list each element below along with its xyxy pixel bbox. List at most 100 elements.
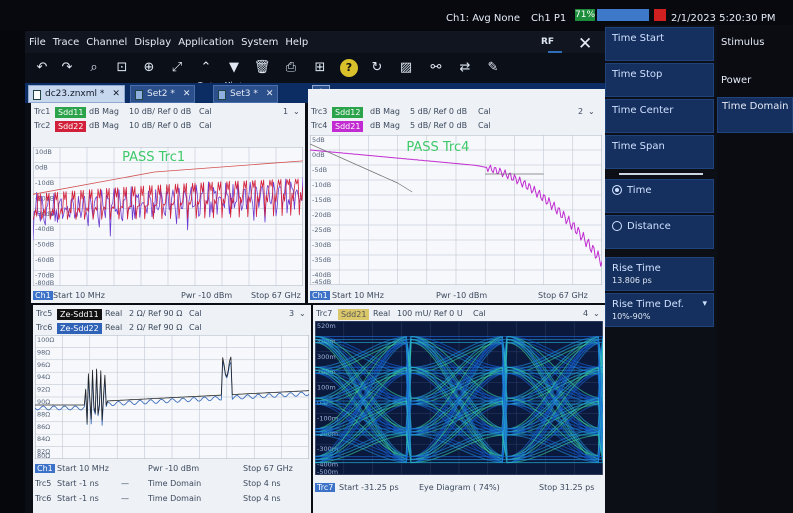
stop-time[interactable]: Stop 4 ns <box>243 479 281 488</box>
y-tick-label: 96Ω <box>37 361 50 369</box>
rise-time-button[interactable]: Rise Time 13.806 ps <box>605 257 714 291</box>
power-level[interactable]: Pwr -10 dBm <box>436 291 487 300</box>
channel-chip[interactable]: Ch1 <box>33 291 53 300</box>
trace-format: dB Mag <box>370 107 400 116</box>
channel-footer: Ch1 Start 10 MHz Pwr -10 dBm Stop 67 GHz <box>308 289 605 301</box>
stop-time[interactable]: Stop 31.25 ps <box>539 483 594 492</box>
diagram-1[interactable]: Trc1 Sdd11 dB Mag 10 dB/ Ref 0 dB Cal 1 … <box>31 103 305 303</box>
start-freq[interactable]: Start 10 MHz <box>57 464 109 473</box>
start-freq[interactable]: Start 10 MHz <box>53 291 105 300</box>
diagram-3[interactable]: Trc5 Ze-Sdd11 Real 2 Ω/ Ref 90 Ω Cal 3 ⌄… <box>33 305 311 513</box>
redo-icon[interactable]: ↷ <box>58 59 76 77</box>
datetime: 2/1/2023 5:20:30 PM <box>671 13 776 24</box>
stop-freq[interactable]: Stop 67 GHz <box>538 291 588 300</box>
trace-cal: Cal <box>473 309 486 318</box>
power-level[interactable]: Pwr -10 dBm <box>181 291 232 300</box>
close-tab-icon[interactable]: ✕ <box>183 89 191 99</box>
trace-param-badge[interactable]: Ze-Sdd11 <box>57 309 102 320</box>
plot-area[interactable]: 5dB 0dB -5dB -10dB -15dB -20dB -25dB -30dB -35dB… <box>310 135 602 285</box>
close-icon[interactable]: ✕ <box>578 34 592 54</box>
zoom-icon[interactable]: ⌕ <box>85 59 103 77</box>
trace-param-badge[interactable]: Ze-Sdd22 <box>57 323 102 334</box>
refresh-icon[interactable]: ↻ <box>368 59 386 77</box>
rise-time-value: 13.806 ps <box>612 276 652 285</box>
tab-dc23[interactable]: dc23.znxml * ✕ <box>28 85 125 103</box>
tab-set2[interactable]: Set2 * ✕ <box>130 85 196 103</box>
marker-add-button[interactable]: ▼Mkr+ <box>225 59 244 89</box>
power-level[interactable]: Pwr -10 dBm <box>148 464 199 473</box>
chevron-down-icon[interactable]: ⌄ <box>593 309 600 318</box>
trace-param-badge[interactable]: Sdd12 <box>332 107 364 118</box>
menu-application[interactable]: Application <box>178 37 234 48</box>
channel-chip[interactable]: Ch1 <box>310 291 330 300</box>
y-tick-label: -500m <box>317 468 338 475</box>
y-tick-label: 98Ω <box>37 348 50 356</box>
stimulus-tab[interactable]: Stimulus <box>717 29 793 65</box>
plot-area[interactable]: 520m 400m 300m 200m 100m 0 U -100m -200m -300m -4… <box>315 321 603 475</box>
chevron-down-icon[interactable]: ⌄ <box>293 107 300 116</box>
trace-header: Trc6 Ze-Sdd22 Real 2 Ω/ Ref 90 Ω Cal <box>33 321 311 334</box>
stop-freq[interactable]: Stop 67 GHz <box>243 464 293 473</box>
menu-trace[interactable]: Trace <box>53 37 80 48</box>
delete-icon[interactable]: 🗑 <box>253 59 271 77</box>
print-icon[interactable]: ⎙ <box>282 59 300 77</box>
rise-time-def-dropdown[interactable]: Rise Time Def. ▾ 10%-90% <box>605 293 714 327</box>
distance-radio[interactable]: Distance <box>605 215 714 249</box>
time-start-button[interactable]: Time Start <box>605 27 714 61</box>
start-time[interactable]: Start -31.25 ps <box>339 483 399 492</box>
help-icon[interactable]: ? <box>340 59 358 77</box>
start-time[interactable]: Start -1 ns <box>57 479 99 488</box>
chevron-down-icon[interactable]: ⌄ <box>588 107 595 116</box>
y-tick-label: 0dB <box>312 151 325 159</box>
close-tab-icon[interactable]: ✕ <box>112 89 120 99</box>
windows-icon[interactable]: ⊞ <box>311 59 329 77</box>
menu-file[interactable]: File <box>29 37 46 48</box>
trace-cal: Cal <box>199 121 212 130</box>
trace-id[interactable]: Trc6 <box>35 494 51 503</box>
start-time[interactable]: Start -1 ns <box>57 494 99 503</box>
plot-svg: 100Ω98Ω96Ω94Ω92Ω90Ω88Ω86Ω84Ω82Ω80Ω <box>35 335 309 459</box>
file-icon <box>218 90 226 100</box>
eye-diagram-label: Eye Diagram ( 74%) <box>419 483 500 492</box>
channel-chip[interactable]: Trc7 <box>315 483 336 492</box>
menu-channel[interactable]: Channel <box>86 37 127 48</box>
separator-dash: — <box>121 479 129 488</box>
trace-id[interactable]: Trc5 <box>35 479 51 488</box>
chevron-down-icon[interactable]: ⌄ <box>299 309 306 318</box>
zoom-reset-icon[interactable]: ⊡ <box>113 59 131 77</box>
time-domain-tab[interactable]: Time Domain <box>717 97 793 133</box>
find-icon[interactable]: ⊕ <box>140 59 158 77</box>
trace-add-button[interactable]: ⌃Trc+ <box>197 59 215 89</box>
trace-cal: Cal <box>189 309 202 318</box>
diagram-4[interactable]: Trc7 Sdd21 Real 100 mU/ Ref 0 U Cal 4 ⌄ … <box>313 305 605 513</box>
fullscreen-icon[interactable]: ⤢ <box>168 59 186 77</box>
stop-freq[interactable]: Stop 67 GHz <box>251 291 301 300</box>
time-span-button[interactable]: Time Span <box>605 135 714 169</box>
menu-system[interactable]: System <box>241 37 278 48</box>
settings-icon[interactable]: ✎ <box>484 59 502 77</box>
calibration-icon[interactable]: ▨ <box>397 59 415 77</box>
undo-icon[interactable]: ↶ <box>33 59 51 77</box>
tab-set3[interactable]: Set3 * ✕ <box>213 85 279 103</box>
close-tab-icon[interactable]: ✕ <box>266 89 274 99</box>
time-radio[interactable]: Time <box>605 179 714 213</box>
connect-icon[interactable]: ⚯ <box>427 59 445 77</box>
trace-param-badge[interactable]: Sdd11 <box>55 107 87 118</box>
channel-chip[interactable]: Ch1 <box>35 464 55 473</box>
time-stop-button[interactable]: Time Stop <box>605 63 714 97</box>
diagram-2[interactable]: Trc3 Sdd12 dB Mag 5 dB/ Ref 0 dB Cal 2 ⌄… <box>308 89 605 303</box>
swap-icon[interactable]: ⇄ <box>456 59 474 77</box>
stop-time[interactable]: Stop 4 ns <box>243 494 281 503</box>
y-tick-label: 100Ω <box>37 336 54 344</box>
trace-param-badge[interactable]: Sdd22 <box>55 121 87 132</box>
trace-param-badge[interactable]: Sdd21 <box>332 121 364 132</box>
time-center-button[interactable]: Time Center <box>605 99 714 133</box>
trace-param-badge[interactable]: Sdd21 <box>338 309 370 320</box>
plot-area[interactable]: 10dB 0dB -10dB -20dB -30dB -40dB -50dB -60dB -70… <box>33 147 303 286</box>
start-freq[interactable]: Start 10 MHz <box>332 291 384 300</box>
plot-area[interactable]: 100Ω 98Ω 96Ω 94Ω 92Ω 90Ω 88Ω 86Ω 84Ω 82Ω 80Ω <box>35 335 309 459</box>
trace-cal: Cal <box>189 323 202 332</box>
menu-display[interactable]: Display <box>134 37 171 48</box>
channel-footer: Ch1 Start 10 MHz Pwr -10 dBm Stop 67 GHz <box>31 289 305 301</box>
menu-help[interactable]: Help <box>285 37 308 48</box>
